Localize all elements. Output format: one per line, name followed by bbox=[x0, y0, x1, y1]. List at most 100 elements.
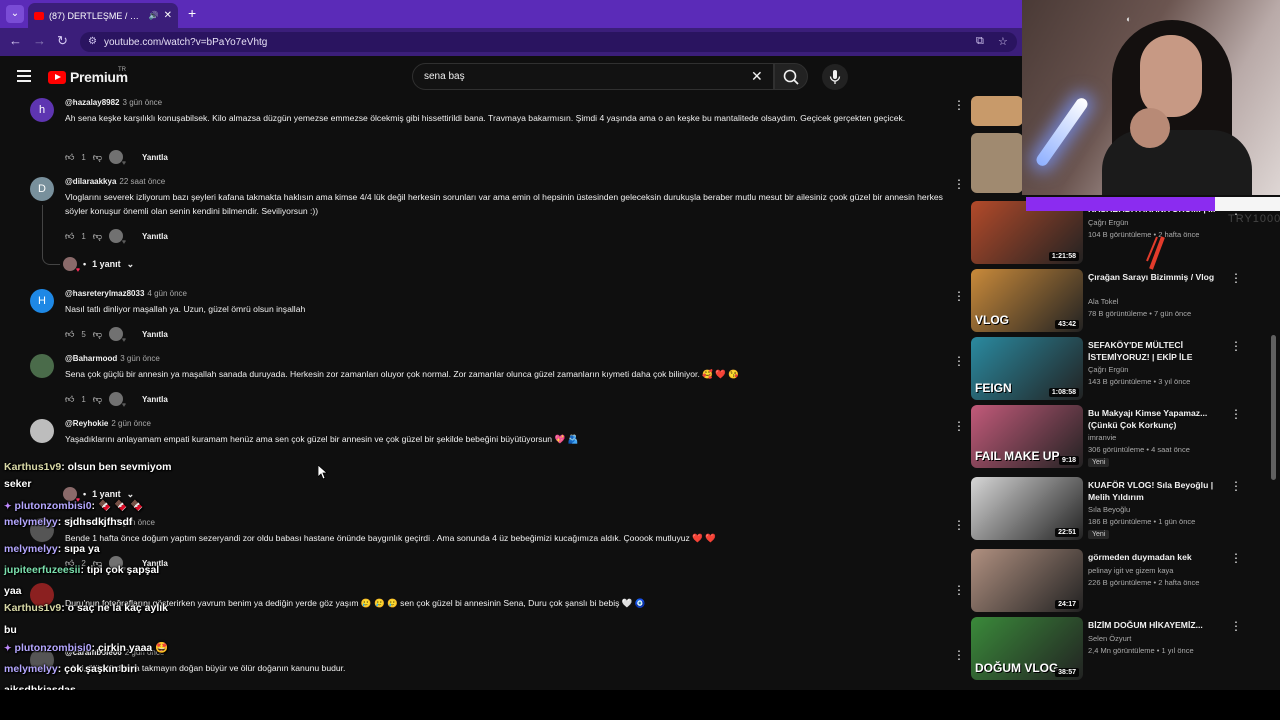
like-icon[interactable]: 👍︎ bbox=[65, 394, 74, 405]
video-title[interactable]: SEFAKÖY'DE MÜLTECİ İSTEMİYORUZ! | EKİP İ… bbox=[1088, 339, 1218, 363]
mouse-cursor-icon bbox=[318, 465, 328, 480]
comment-author[interactable]: @hasreterylmaz8033 bbox=[65, 289, 144, 298]
dislike-icon[interactable]: 👎︎ bbox=[93, 394, 102, 405]
dislike-icon[interactable]: 👎︎ bbox=[93, 329, 102, 340]
forward-arrow-icon[interactable]: → bbox=[33, 33, 46, 48]
comment-more-icon[interactable]: ⋮ bbox=[953, 98, 965, 112]
video-thumbnail[interactable]: FAIL MAKE UP 9:18 bbox=[971, 405, 1083, 468]
comment-author[interactable]: @hazalay8982 bbox=[65, 98, 120, 107]
chat-username: Karthus1v9 bbox=[4, 461, 62, 473]
creator-heart-icon[interactable] bbox=[109, 150, 126, 167]
video-title[interactable]: Bu Makyajı Kimse Yapamaz... (Çünkü Çok K… bbox=[1088, 407, 1218, 431]
comment-time[interactable]: 3 gün önce bbox=[123, 98, 163, 107]
creator-heart-icon[interactable] bbox=[109, 229, 126, 246]
comment-more-icon[interactable]: ⋮ bbox=[953, 419, 965, 433]
recommended-video[interactable]: DOĞUM VLOG 38:57 BİZİM DOĞUM HİKAYEMİZ... S… bbox=[970, 617, 1270, 681]
commenter-avatar[interactable] bbox=[30, 419, 54, 443]
close-tab-icon[interactable]: ✕ bbox=[164, 10, 172, 21]
reply-button[interactable]: Yanıtla bbox=[142, 395, 168, 404]
commenter-avatar[interactable]: H bbox=[30, 289, 54, 313]
audio-icon[interactable]: 🔊 bbox=[149, 11, 159, 20]
reload-icon[interactable]: ↻ bbox=[57, 33, 68, 49]
video-more-icon[interactable]: ⋮ bbox=[1230, 407, 1242, 421]
comment-more-icon[interactable]: ⋮ bbox=[953, 583, 965, 597]
video-thumbnail[interactable]: DOĞUM VLOG 38:57 bbox=[971, 617, 1083, 680]
comment-author[interactable]: @Reyhokie bbox=[65, 419, 108, 428]
comment-more-icon[interactable]: ⋮ bbox=[953, 289, 965, 303]
commenter-avatar[interactable] bbox=[30, 354, 54, 378]
voice-search-button[interactable] bbox=[822, 64, 848, 90]
install-app-icon[interactable]: ⧉ bbox=[976, 35, 984, 48]
bookmark-star-icon[interactable]: ☆ bbox=[998, 35, 1008, 48]
video-thumbnail[interactable]: FEIGN 1:08:58 bbox=[971, 337, 1083, 400]
video-title[interactable]: Çırağan Sarayı Bizimmiş / Vlog bbox=[1088, 271, 1218, 283]
dislike-icon[interactable]: 👎︎ bbox=[93, 231, 102, 242]
channel-name[interactable]: pelinay igit ve gizem kaya bbox=[1088, 566, 1173, 575]
comment-time[interactable]: 4 gün önce bbox=[147, 289, 187, 298]
video-title[interactable]: görmeden duymadan kek bbox=[1088, 551, 1218, 563]
menu-icon[interactable] bbox=[17, 70, 31, 82]
reply-button[interactable]: Yanıtla bbox=[142, 330, 168, 339]
reply-button[interactable]: Yanıtla bbox=[142, 232, 168, 241]
like-icon[interactable]: 👍︎ bbox=[65, 152, 74, 163]
recommended-video[interactable]: FAIL MAKE UP 9:18 Bu Makyajı Kimse Yapamaz… bbox=[970, 405, 1270, 469]
tab-search-button[interactable]: ⌄ bbox=[6, 5, 24, 23]
video-thumbnail[interactable]: VLOG 43:42 bbox=[971, 269, 1083, 332]
recommended-video[interactable]: FEIGN 1:08:58 SEFAKÖY'DE MÜLTECİ İSTEMİYOR… bbox=[970, 337, 1270, 401]
video-more-icon[interactable]: ⋮ bbox=[1230, 271, 1242, 285]
active-tab[interactable]: (87) DERTLEŞME / VLOG - Y 🔊 ✕ bbox=[28, 3, 178, 28]
video-more-icon[interactable]: ⋮ bbox=[1230, 551, 1242, 565]
video-more-icon[interactable]: ⋮ bbox=[1230, 479, 1242, 493]
channel-name[interactable]: Çağrı Ergün bbox=[1088, 365, 1128, 374]
scrollbar[interactable] bbox=[1271, 335, 1276, 480]
search-input[interactable]: sena baş bbox=[412, 63, 774, 90]
like-icon[interactable]: 👍︎ bbox=[65, 329, 74, 340]
tab-title: (87) DERTLEŞME / VLOG - Y bbox=[49, 10, 144, 21]
comment-time[interactable]: 3 gün önce bbox=[120, 354, 160, 363]
comment-time[interactable]: 22 saat önce bbox=[119, 177, 165, 186]
upload-age: 7 gün önce bbox=[1154, 309, 1192, 318]
commenter-avatar[interactable]: h bbox=[30, 98, 54, 122]
partial-video-thumbnail[interactable] bbox=[971, 96, 1023, 126]
comment-header: @Baharmood 3 gün önce bbox=[65, 354, 160, 363]
comment-more-icon[interactable]: ⋮ bbox=[953, 648, 965, 662]
channel-name[interactable]: Çağrı Ergün bbox=[1088, 218, 1128, 227]
comment-author[interactable]: @Baharmood bbox=[65, 354, 117, 363]
channel-name[interactable]: Selen Özyurt bbox=[1088, 634, 1131, 643]
reply-button[interactable]: Yanıtla bbox=[142, 153, 168, 162]
recommended-video[interactable]: 24:17 görmeden duymadan kek pelinay igit v… bbox=[970, 549, 1270, 613]
comment-more-icon[interactable]: ⋮ bbox=[953, 518, 965, 532]
new-tab-button[interactable]: + bbox=[188, 5, 196, 21]
video-more-icon[interactable]: ⋮ bbox=[1230, 339, 1242, 353]
video-more-icon[interactable]: ⋮ bbox=[1230, 619, 1242, 633]
like-icon[interactable]: 👍︎ bbox=[65, 231, 74, 242]
creator-heart-icon[interactable] bbox=[109, 327, 126, 344]
search-button[interactable] bbox=[774, 63, 808, 90]
url-bar[interactable]: ⚙ youtube.com/watch?v=bPaYo7eVhtg bbox=[80, 32, 1017, 52]
back-arrow-icon[interactable]: ← bbox=[9, 33, 22, 48]
recommended-video[interactable]: 22:51 KUAFÖR VLOG! Sıla Beyoğlu | Melih Y… bbox=[970, 477, 1270, 541]
dislike-icon[interactable]: 👎︎ bbox=[93, 152, 102, 163]
comment-thread: D @dilaraakkya 22 saat önce Vloglarını seve… bbox=[30, 177, 965, 274]
channel-name[interactable]: Ala Tokel bbox=[1088, 297, 1118, 306]
video-title[interactable]: KUAFÖR VLOG! Sıla Beyoğlu | Melih Yıldır… bbox=[1088, 479, 1218, 503]
partial-video-thumbnail[interactable] bbox=[971, 133, 1023, 193]
video-title[interactable]: BİZİM DOĞUM HİKAYEMİZ... bbox=[1088, 619, 1218, 631]
creator-heart-icon[interactable] bbox=[109, 392, 126, 409]
channel-name[interactable]: imranvie bbox=[1088, 433, 1116, 442]
clear-search-icon[interactable]: ✕ bbox=[751, 68, 763, 85]
comment-time[interactable]: 2 gün önce bbox=[111, 419, 151, 428]
recommended-video[interactable]: VLOG 43:42 Çırağan Sarayı Bizimmiş / Vlog A… bbox=[970, 269, 1270, 333]
video-thumbnail[interactable]: 22:51 bbox=[971, 477, 1083, 540]
site-info-icon[interactable]: ⚙ bbox=[88, 36, 97, 47]
view-replies-button[interactable]: • 1 yanıt ⌄ bbox=[63, 257, 135, 274]
comment-author[interactable]: @dilaraakkya bbox=[65, 177, 116, 186]
chevron-down-icon: ⌄ bbox=[126, 258, 135, 269]
commenter-avatar[interactable]: D bbox=[30, 177, 54, 201]
comment-header: @Reyhokie 2 gün önce bbox=[65, 419, 151, 428]
comment-more-icon[interactable]: ⋮ bbox=[953, 354, 965, 368]
youtube-premium-logo[interactable]: Premium bbox=[48, 69, 128, 85]
video-thumbnail[interactable]: 24:17 bbox=[971, 549, 1083, 612]
comment-more-icon[interactable]: ⋮ bbox=[953, 177, 965, 191]
channel-name[interactable]: Sıla Beyoğlu bbox=[1088, 505, 1130, 514]
